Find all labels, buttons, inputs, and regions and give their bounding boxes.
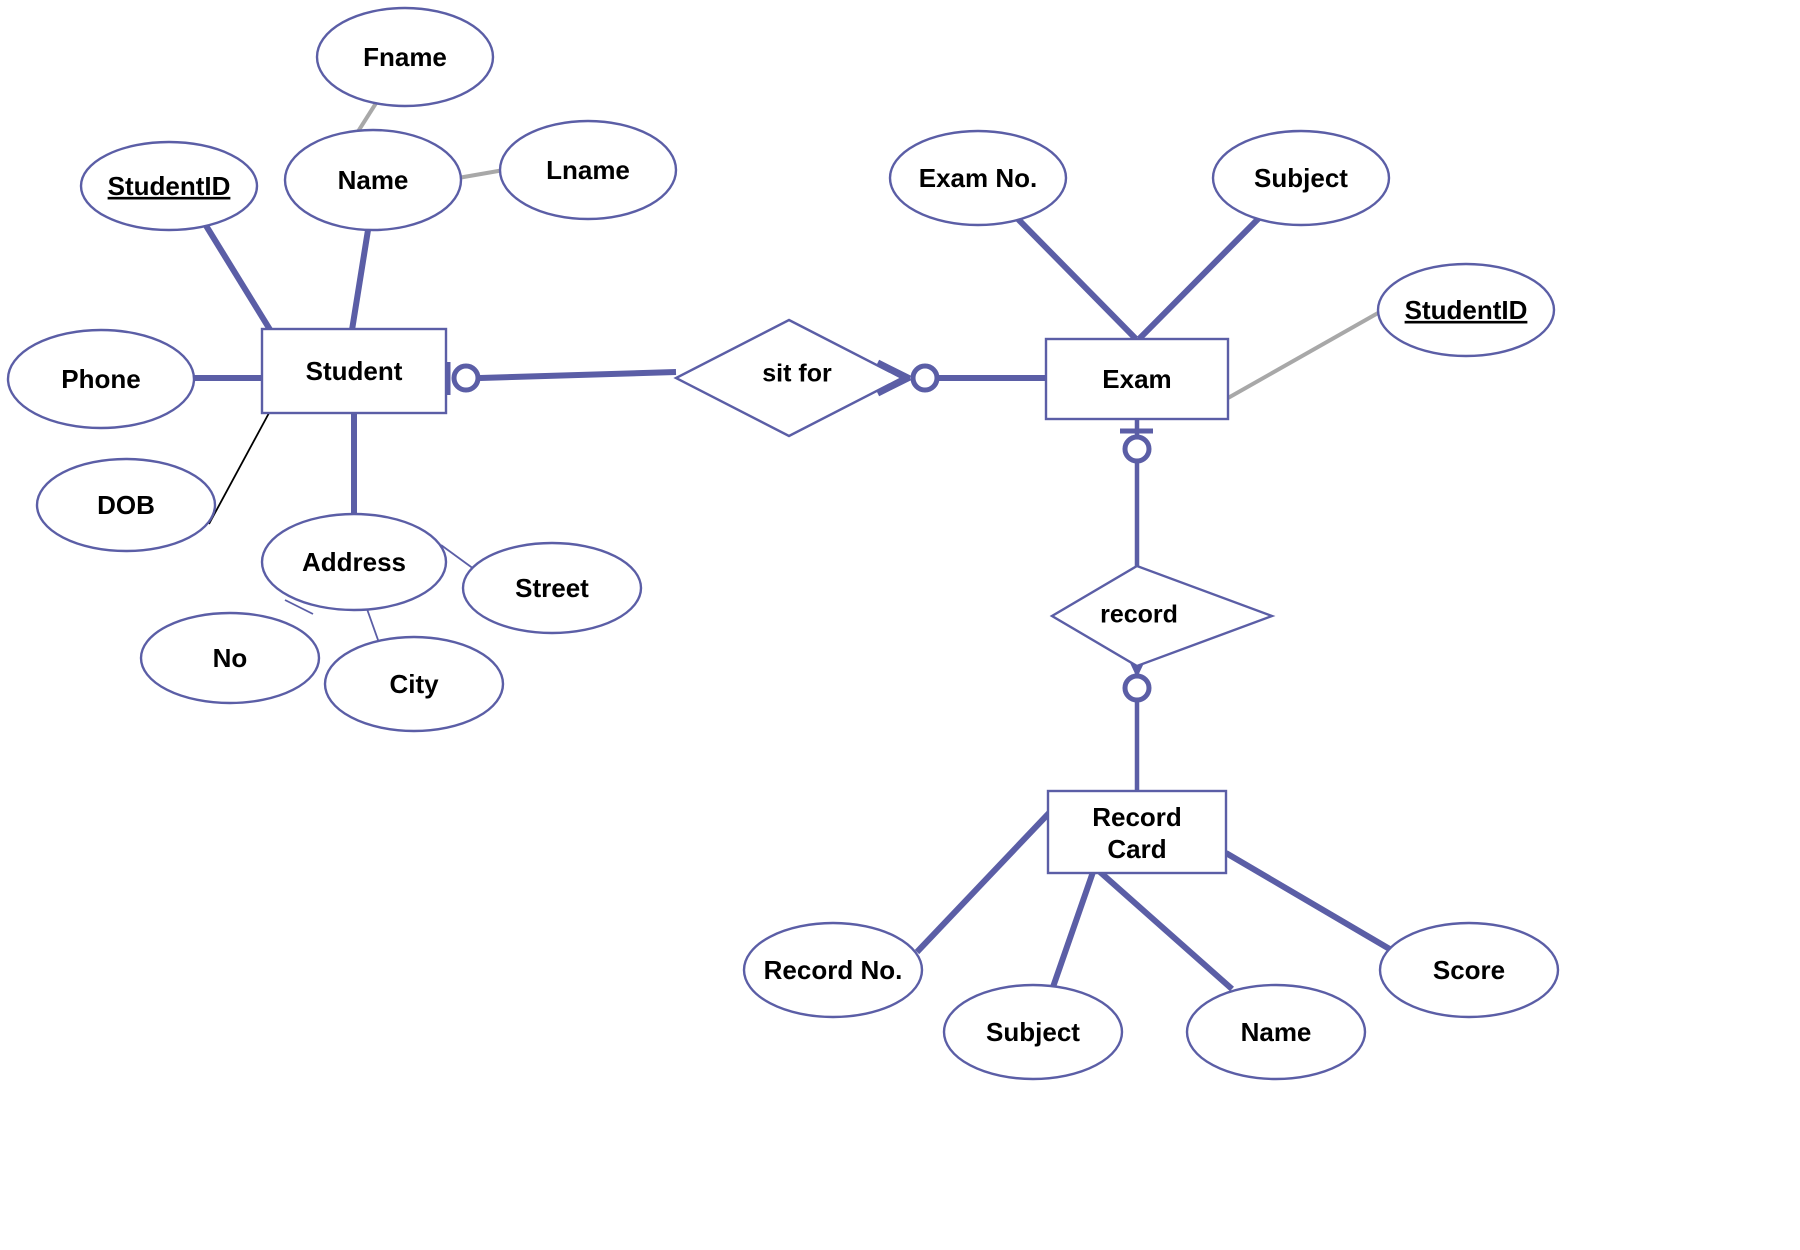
- entity-student[interactable]: Student: [260, 327, 448, 415]
- entity-record-card[interactable]: Record Card: [1046, 789, 1228, 875]
- connector-recordcard-score: [1224, 850, 1395, 954]
- attribute-studentid-label: StudentID: [108, 171, 231, 201]
- attribute-recordno-label: Record No.: [764, 955, 903, 985]
- attribute-city-label: City: [389, 669, 439, 699]
- attribute-dob[interactable]: DOB: [35, 457, 217, 553]
- relationship-sit-for[interactable]: sit for: [673, 318, 905, 438]
- relationship-record-label: record: [1100, 601, 1178, 629]
- attribute-score[interactable]: Score: [1378, 921, 1560, 1019]
- attribute-address[interactable]: Address: [260, 512, 448, 612]
- connector-examno-exam: [1010, 211, 1139, 342]
- attribute-street-label: Street: [515, 573, 589, 603]
- connector-recordcard-namecard: [1098, 869, 1234, 992]
- connector-dob-student: [208, 412, 270, 525]
- attribute-examno-label: Exam No.: [919, 163, 1038, 193]
- connector-student-sitfor: [479, 369, 677, 381]
- relationship-record[interactable]: record: [1049, 564, 1276, 668]
- connector-name-student: [349, 229, 371, 331]
- er-diagram-svg: Fname Lname Name StudentID Phone DOB Add…: [6, 6, 1560, 1081]
- attribute-lname-label: Lname: [546, 155, 630, 185]
- entity-exam-label: Exam: [1102, 364, 1171, 394]
- attribute-city[interactable]: City: [323, 635, 505, 733]
- connector-subjectexam-exam: [1136, 210, 1267, 342]
- attribute-name-card-label: Name: [1241, 1017, 1312, 1047]
- attribute-score-label: Score: [1433, 955, 1505, 985]
- connector-studentid2-exam: [1227, 311, 1379, 400]
- attribute-dob-label: DOB: [97, 490, 155, 520]
- attribute-studentid-exam-label: StudentID: [1405, 295, 1528, 325]
- attribute-recordno[interactable]: Record No.: [742, 921, 924, 1019]
- attribute-subject-card-label: Subject: [986, 1017, 1080, 1047]
- attribute-subject-exam-label: Subject: [1254, 163, 1348, 193]
- attribute-name-student[interactable]: Name: [283, 128, 463, 232]
- attribute-studentid[interactable]: StudentID: [79, 140, 259, 232]
- entity-record-card-label-line1: Record: [1092, 802, 1182, 832]
- attribute-no-label: No: [213, 643, 248, 673]
- cardinality-student-one-and-only-one: [445, 362, 481, 395]
- attribute-street[interactable]: Street: [461, 541, 643, 635]
- attribute-fname-label: Fname: [363, 42, 447, 72]
- attribute-name-student-label: Name: [338, 165, 409, 195]
- entity-student-label: Student: [306, 356, 403, 386]
- attribute-phone[interactable]: Phone: [6, 328, 196, 430]
- relationship-sit-for-label: sit for: [762, 360, 832, 388]
- cardinality-exam-record-one-and-only-one: [1120, 428, 1153, 464]
- entity-exam[interactable]: Exam: [1044, 337, 1230, 421]
- attribute-name-card[interactable]: Name: [1185, 983, 1367, 1081]
- attribute-examno[interactable]: Exam No.: [888, 129, 1068, 227]
- attribute-studentid-exam[interactable]: StudentID: [1376, 262, 1556, 358]
- attribute-no[interactable]: No: [139, 611, 321, 705]
- connector-recordcard-recordno: [914, 809, 1053, 955]
- attribute-address-label: Address: [302, 547, 406, 577]
- er-diagram-canvas: Fname Lname Name StudentID Phone DOB Add…: [0, 0, 1800, 1250]
- attribute-subject-card[interactable]: Subject: [942, 983, 1124, 1081]
- entity-record-card-label-line2: Card: [1107, 834, 1166, 864]
- attribute-lname[interactable]: Lname: [498, 119, 678, 221]
- attribute-fname[interactable]: Fname: [315, 6, 495, 108]
- attribute-subject-exam[interactable]: Subject: [1211, 129, 1391, 227]
- connector-recordcard-subjectcard: [1050, 871, 1096, 988]
- connector-name-lname: [457, 168, 505, 180]
- attribute-phone-label: Phone: [61, 364, 140, 394]
